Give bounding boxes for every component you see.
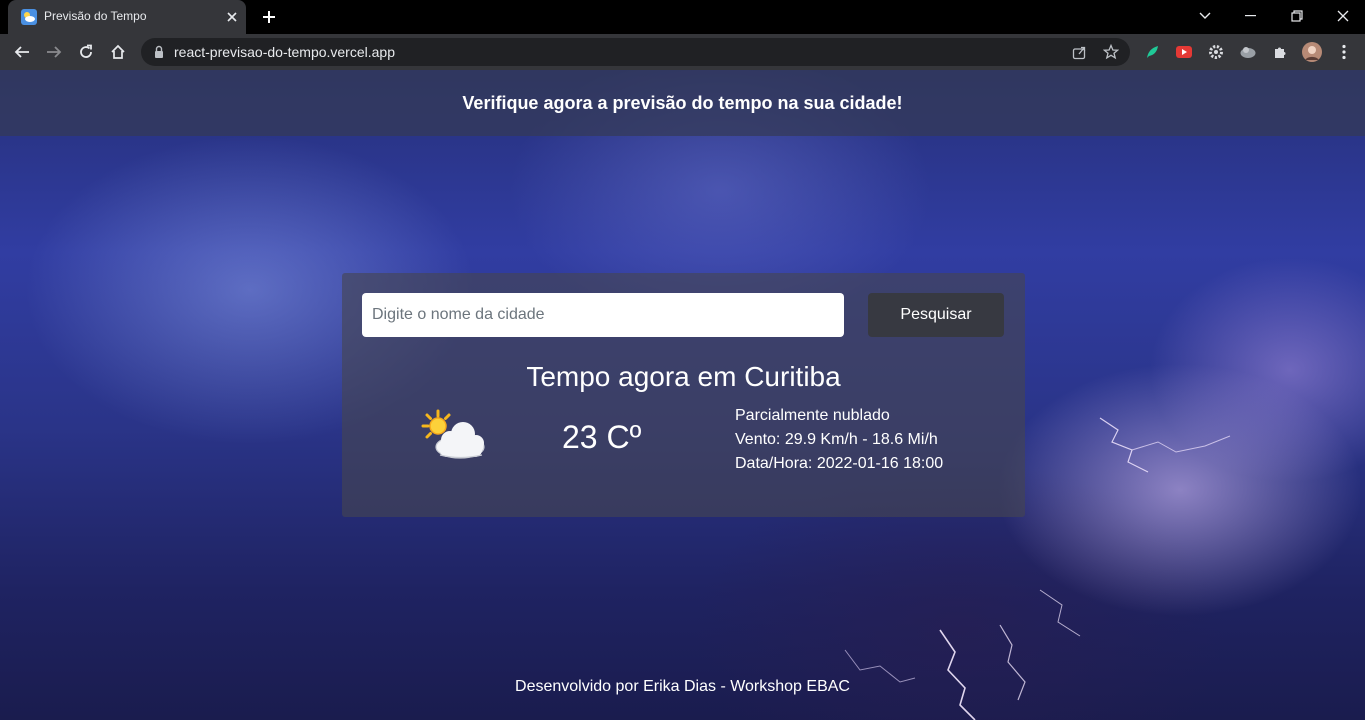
city-search-input[interactable] (362, 293, 844, 337)
kebab-menu-icon[interactable] (1334, 42, 1354, 62)
share-icon[interactable] (1070, 43, 1088, 61)
extension-leaf-icon[interactable] (1142, 42, 1162, 62)
weather-card: Pesquisar Tempo agora em Curitiba 23 Cº … (342, 273, 1025, 517)
footer-credits: Desenvolvido por Erika Dias - Workshop E… (515, 678, 850, 695)
temperature-value: 23 Cº (562, 419, 642, 455)
wind-speed: Vento: 29.9 Km/h - 18.6 Mi/h (735, 431, 938, 448)
page-viewport: Verifique agora a previsão do tempo na s… (0, 70, 1365, 720)
forward-arrow-icon[interactable] (44, 42, 64, 62)
star-icon[interactable] (1102, 43, 1120, 61)
profile-avatar[interactable] (1302, 42, 1322, 62)
search-button[interactable]: Pesquisar (868, 293, 1004, 337)
close-window-icon[interactable] (1333, 6, 1353, 26)
weather-details: Parcialmente nublado Vento: 29.9 Km/h - … (735, 404, 943, 476)
lock-icon (155, 45, 163, 58)
date-time: Data/Hora: 2022-01-16 18:00 (735, 455, 944, 472)
restore-icon[interactable] (1287, 6, 1307, 26)
chevron-down-icon[interactable] (1195, 6, 1215, 26)
partly-cloudy-icon (421, 409, 485, 459)
weather-condition: Parcialmente nublado (735, 407, 890, 424)
extension-cloud-icon[interactable] (1238, 42, 1258, 62)
minimize-icon[interactable] (1241, 6, 1261, 26)
browser-toolbar: react-previsao-do-tempo.vercel.app (0, 34, 1365, 70)
extension-video-icon[interactable] (1174, 42, 1194, 62)
weather-title: Tempo agora em Curitiba (526, 361, 841, 392)
tab-title: Previsão do Tempo (44, 9, 147, 23)
puzzle-icon[interactable] (1270, 42, 1290, 62)
browser-tab-strip: Previsão do Tempo (0, 0, 1365, 34)
weather-favicon (21, 9, 37, 25)
plus-icon[interactable] (260, 8, 278, 26)
back-arrow-icon[interactable] (12, 42, 32, 62)
home-icon[interactable] (108, 42, 128, 62)
gear-icon[interactable] (1206, 42, 1226, 62)
page-heading: Verifique agora a previsão do tempo na s… (462, 92, 903, 113)
address-bar[interactable]: react-previsao-do-tempo.vercel.app (141, 38, 1130, 66)
browser-tab[interactable]: Previsão do Tempo (8, 0, 246, 34)
page-header: Verifique agora a previsão do tempo na s… (0, 70, 1365, 136)
close-icon[interactable] (224, 9, 240, 25)
url-text: react-previsao-do-tempo.vercel.app (174, 44, 395, 60)
reload-icon[interactable] (76, 42, 96, 62)
